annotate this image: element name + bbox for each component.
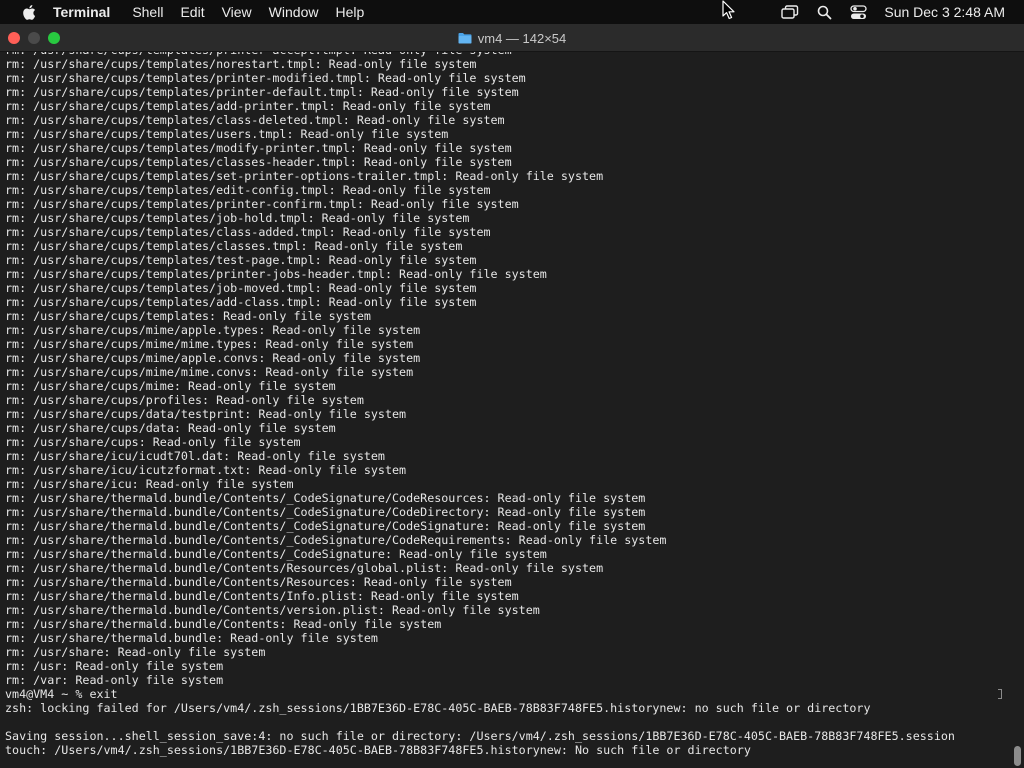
terminal-line: rm: /usr/share/thermald.bundle: Read-onl… [5,631,378,645]
control-center-icon[interactable] [848,0,868,24]
terminal-line: rm: /usr/share/cups/templates/class-dele… [5,113,505,127]
terminal-line: vm4@VM4 ~ % exit [5,687,118,701]
terminal-line: rm: /usr/share/cups/mime/apple.types: Re… [5,323,421,337]
menu-view[interactable]: View [222,0,252,24]
terminal-line: touch: /Users/vm4/.zsh_sessions/1BB7E36D… [5,743,751,757]
terminal-line: rm: /usr/share/cups/templates/classes.tm… [5,239,463,253]
menu-help[interactable]: Help [335,0,364,24]
terminal-line: rm: /usr/share/cups/mime/apple.convs: Re… [5,351,421,365]
terminal-line: rm: /usr/share/cups/templates/add-class.… [5,295,477,309]
terminal-line: rm: /usr/share/thermald.bundle/Contents:… [5,617,442,631]
apple-logo-icon[interactable] [17,0,39,24]
terminal-line: rm: /usr/share/cups/templates/modify-pri… [5,141,512,155]
terminal-line: rm: /usr/share/cups/templates/printer-mo… [5,71,526,85]
terminal-line: rm: /usr/share/cups/templates/class-adde… [5,225,491,239]
terminal-line: rm: /usr/share/icu/icutzformat.txt: Read… [5,463,407,477]
terminal-line: rm: /usr/share/cups/templates/set-printe… [5,169,604,183]
terminal-line: rm: /usr/share/cups/templates/edit-confi… [5,183,491,197]
spotlight-search-icon[interactable] [814,0,834,24]
terminal-line: rm: /var: Read-only file system [5,673,224,687]
terminal-line: rm: /usr/share/cups/templates/classes-he… [5,155,512,169]
terminal-line: rm: /usr/share/thermald.bundle/Contents/… [5,519,646,533]
terminal-line: rm: /usr/share/thermald.bundle/Contents/… [5,547,547,561]
window-title: vm4 — 142×54 [0,24,1024,52]
screen-mirroring-icon[interactable] [780,0,800,24]
terminal-line: rm: /usr/share/cups/mime: Read-only file… [5,379,336,393]
menu-shell[interactable]: Shell [132,0,163,24]
vertical-scrollbar[interactable] [1014,746,1021,766]
terminal-line: rm: /usr/share/thermald.bundle/Contents/… [5,575,512,589]
terminal-line: zsh: locking failed for /Users/vm4/.zsh_… [5,701,871,715]
terminal-line: rm: /usr/share/cups/templates/test-page.… [5,253,477,267]
terminal-line: Saving session...shell_session_save:4: n… [5,729,955,743]
terminal-output-area[interactable]: rm: /usr/share/cups/templates/printer-ac… [0,52,1024,768]
terminal-line: rm: /usr/share/thermald.bundle/Contents/… [5,505,646,519]
terminal-line: rm: /usr/share/cups/data: Read-only file… [5,421,336,435]
terminal-line: rm: /usr/share/cups/templates/norestart.… [5,57,477,71]
terminal-line: rm: /usr/share/thermald.bundle/Contents/… [5,589,519,603]
terminal-line: rm: /usr/share/cups/templates/job-moved.… [5,281,477,295]
terminal-line: rm: /usr/share/thermald.bundle/Contents/… [5,533,667,547]
terminal-line: rm: /usr/share/thermald.bundle/Contents/… [5,491,646,505]
terminal-line: rm: /usr/share/cups/templates/printer-co… [5,197,519,211]
menu-bar-status-area: Sun Dec 3 2:48 AM [780,0,1024,24]
menu-edit[interactable]: Edit [180,0,204,24]
terminal-line: rm: /usr/share/cups: Read-only file syst… [5,435,301,449]
terminal-line: rm: /usr/share/thermald.bundle/Contents/… [5,561,604,575]
prompt-bracket-mark [998,689,1002,699]
terminal-line: rm: /usr/share/cups/data/testprint: Read… [5,407,407,421]
menu-window[interactable]: Window [269,0,319,24]
terminal-line: rm: /usr/share/thermald.bundle/Contents/… [5,603,540,617]
terminal-line: rm: /usr/share/cups/mime/mime.types: Rea… [5,337,414,351]
terminal-line: rm: /usr/share/cups/templates/printer-jo… [5,267,547,281]
terminal-line: rm: /usr/share/cups/profiles: Read-only … [5,393,364,407]
menu-bar: Terminal Shell Edit View Window Help Sun… [0,0,1024,24]
terminal-line: rm: /usr/share/cups/templates/job-hold.t… [5,211,470,225]
terminal-line: rm: /usr/share/cups/mime/mime.convs: Rea… [5,365,414,379]
terminal-line: rm: /usr/share/cups/templates/printer-de… [5,85,519,99]
terminal-line: rm: /usr: Read-only file system [5,659,224,673]
menu-app-name[interactable]: Terminal [53,0,110,24]
window-title-text: vm4 — 142×54 [477,30,567,46]
window-title-bar[interactable]: vm4 — 142×54 [0,24,1024,52]
terminal-line: rm: /usr/share/icu/icudt70l.dat: Read-on… [5,449,385,463]
mouse-pointer-icon [722,0,736,20]
terminal-line: rm: /usr/share: Read-only file system [5,645,266,659]
terminal-lines: rm: /usr/share/cups/templates/printer-ac… [5,52,1004,757]
menu-bar-clock[interactable]: Sun Dec 3 2:48 AM [884,4,1005,20]
terminal-line: rm: /usr/share/cups/templates: Read-only… [5,309,371,323]
terminal-line: rm: /usr/share/cups/templates/add-printe… [5,99,491,113]
terminal-line: rm: /usr/share/cups/templates/users.tmpl… [5,127,449,141]
terminal-line: rm: /usr/share/icu: Read-only file syste… [5,477,294,491]
folder-icon [458,32,472,44]
